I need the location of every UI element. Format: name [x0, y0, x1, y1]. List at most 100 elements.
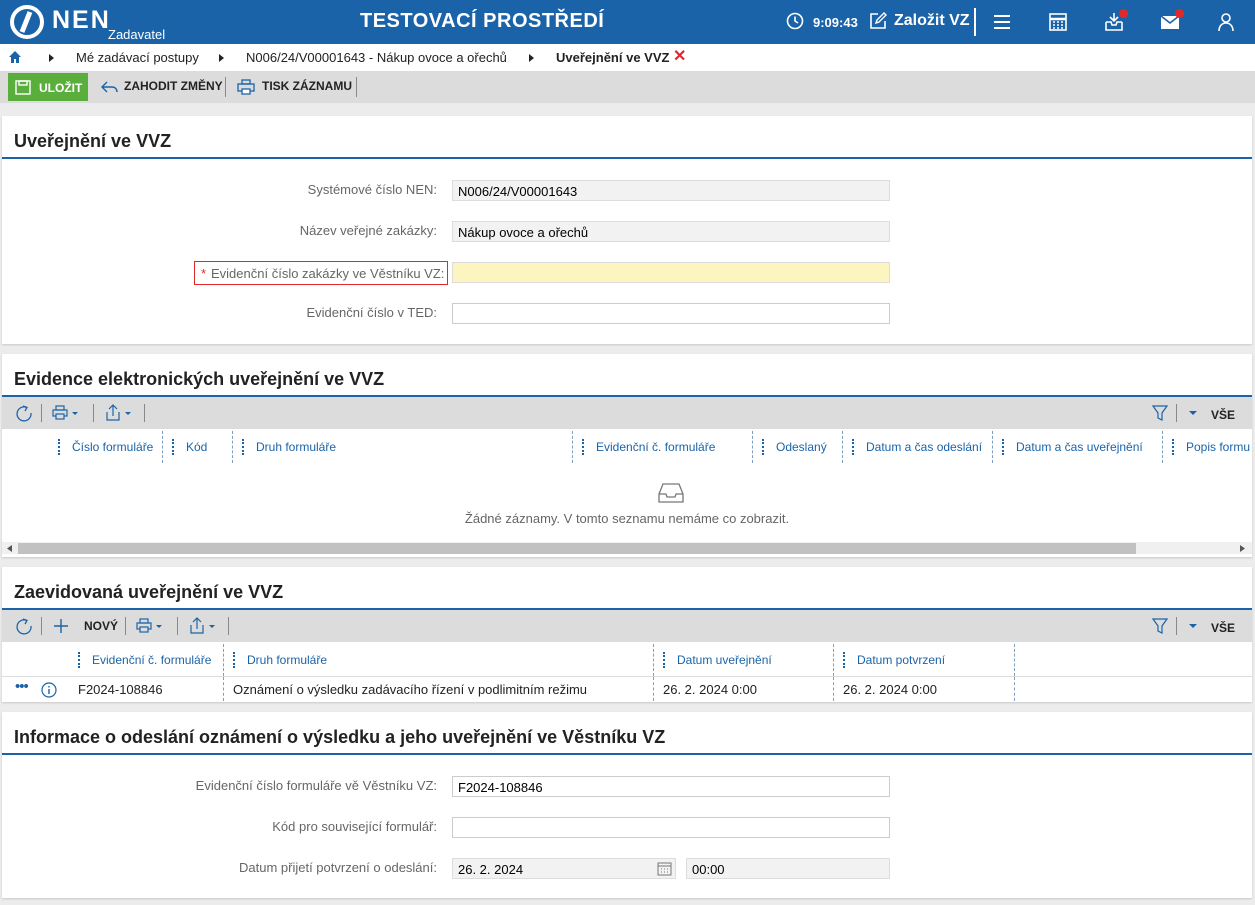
- print-record-button[interactable]: TISK ZÁZNAMU: [262, 79, 352, 93]
- create-contract-button[interactable]: Založit VZ: [894, 12, 970, 30]
- column-header[interactable]: Popis formu: [1186, 440, 1250, 454]
- print-menu-icon[interactable]: [136, 617, 164, 635]
- section-sending-info: Informace o odeslání oznámení o výsledku…: [2, 712, 1252, 898]
- table-row[interactable]: ••• F2024-108846 Oznámení o výsledku zad…: [2, 677, 1252, 701]
- column-header[interactable]: Datum uveřejnění: [677, 653, 772, 667]
- column-header[interactable]: Datum a čas odeslání: [866, 440, 982, 454]
- related-form-code-input[interactable]: [452, 817, 890, 838]
- section-underline: [2, 753, 1252, 755]
- environment-title: TESTOVACÍ PROSTŘEDÍ: [360, 10, 605, 32]
- divider: [356, 77, 357, 97]
- section-electronic-publications: Evidence elektronických uveřejnění ve VV…: [2, 354, 1252, 557]
- close-icon[interactable]: ✕: [673, 46, 686, 66]
- field-label: Název veřejné zakázky:: [299, 223, 437, 238]
- user-icon[interactable]: [1215, 11, 1237, 33]
- divider: [225, 77, 226, 97]
- section-underline: [2, 157, 1252, 159]
- ted-number-input[interactable]: [452, 303, 890, 324]
- section-title: Uveřejnění ve VVZ: [14, 131, 172, 151]
- chevron-right-icon: [219, 54, 224, 62]
- chevron-right-icon: [529, 54, 534, 62]
- nen-logo[interactable]: [10, 5, 44, 39]
- column-header[interactable]: Evidenční č. formuláře: [596, 440, 715, 454]
- save-label: ULOŽIT: [39, 81, 83, 95]
- plus-icon[interactable]: [52, 617, 70, 635]
- section-title: Evidence elektronických uveřejnění ve VV…: [14, 369, 385, 389]
- clock-icon: [786, 12, 804, 30]
- scrollbar-thumb[interactable]: [18, 543, 1136, 554]
- calculator-icon[interactable]: [1047, 11, 1069, 33]
- discard-changes-button[interactable]: ZAHODIT ZMĚNY: [124, 79, 223, 93]
- section-registered-publications: Zaevidovaná uveřejnění ve VVZ NOVÝ VŠE E…: [2, 567, 1252, 702]
- session-timer: 9:09:43: [813, 15, 858, 30]
- save-icon: [15, 80, 31, 95]
- print-icon: [237, 79, 255, 95]
- confirmation-time-input[interactable]: 00:00: [686, 858, 890, 879]
- scroll-left-icon[interactable]: [7, 545, 12, 552]
- form-number-input[interactable]: F2024-108846: [452, 776, 890, 797]
- required-field-label: * Evidenční číslo zakázky ve Věstníku VZ…: [194, 261, 448, 285]
- confirmation-date-input[interactable]: 26. 2. 2024: [452, 858, 676, 879]
- field-label: Evidenční číslo v TED:: [306, 305, 437, 320]
- logo-subtitle: Zadavatel: [108, 27, 166, 42]
- cell-ev-number: F2024-108846: [78, 682, 163, 697]
- field-label: Systémové číslo NEN:: [307, 182, 437, 197]
- column-header[interactable]: Druh formuláře: [247, 653, 327, 667]
- new-button[interactable]: NOVÝ: [84, 619, 118, 633]
- refresh-icon[interactable]: [15, 404, 33, 422]
- section-title: Informace o odeslání oznámení o výsledku…: [14, 727, 666, 747]
- empty-inbox-icon: [658, 483, 684, 503]
- bulletin-number-input[interactable]: [452, 262, 890, 283]
- logo-text: NEN: [52, 6, 111, 34]
- export-menu-icon[interactable]: [104, 404, 134, 422]
- filter-icon[interactable]: [1152, 404, 1168, 422]
- divider: [974, 8, 976, 36]
- empty-state-message: Žádné záznamy. V tomto seznamu nemáme co…: [464, 511, 790, 526]
- chevron-down-icon[interactable]: [1188, 410, 1198, 416]
- breadcrumb-item[interactable]: Mé zadávací postupy: [76, 50, 199, 65]
- column-header[interactable]: Evidenční č. formuláře: [92, 653, 211, 667]
- section-publication: Uveřejnění ve VVZ Systémové číslo NEN: N…: [2, 116, 1252, 344]
- row-menu-icon[interactable]: •••: [15, 678, 29, 695]
- notification-dot: [1119, 9, 1128, 18]
- info-icon[interactable]: [41, 682, 57, 698]
- column-header[interactable]: Druh formuláře: [256, 440, 336, 454]
- column-header[interactable]: Kód: [186, 440, 207, 454]
- home-icon[interactable]: [8, 50, 22, 64]
- chevron-right-icon: [49, 54, 54, 62]
- breadcrumb-item[interactable]: N006/24/V00001643 - Nákup ovoce a ořechů: [246, 50, 507, 65]
- grid-toolbar: NOVÝ VŠE: [2, 610, 1252, 642]
- undo-icon: [101, 81, 118, 93]
- print-menu-icon[interactable]: [52, 404, 80, 422]
- column-header[interactable]: Datum a čas uveřejnění: [1016, 440, 1143, 454]
- cell-confirmed-date: 26. 2. 2024 0:00: [843, 682, 937, 697]
- menu-icon[interactable]: [991, 11, 1013, 33]
- field-label: Evidenční číslo formuláře vě Věstníku VZ…: [195, 778, 437, 793]
- scroll-right-icon[interactable]: [1240, 545, 1245, 552]
- grid-toolbar: VŠE: [2, 397, 1252, 429]
- cell-published-date: 26. 2. 2024 0:00: [663, 682, 757, 697]
- save-button[interactable]: ULOŽIT: [8, 73, 88, 101]
- notification-dot: [1175, 9, 1184, 18]
- chevron-down-icon[interactable]: [1188, 623, 1198, 629]
- column-header[interactable]: Datum potvrzení: [857, 653, 945, 667]
- system-number-field: N006/24/V00001643: [452, 180, 890, 201]
- breadcrumb-current: Uveřejnění ve VVZ: [556, 50, 670, 65]
- breadcrumb: Mé zadávací postupy N006/24/V00001643 - …: [0, 44, 1255, 71]
- refresh-icon[interactable]: [15, 617, 33, 635]
- horizontal-scrollbar[interactable]: [2, 542, 1252, 554]
- filter-icon[interactable]: [1152, 617, 1168, 635]
- calendar-icon[interactable]: [657, 861, 672, 876]
- action-toolbar: ULOŽIT ZAHODIT ZMĚNY TISK ZÁZNAMU: [0, 71, 1255, 103]
- column-header[interactable]: Odeslaný: [776, 440, 827, 454]
- section-title: Zaevidovaná uveřejnění ve VVZ: [14, 582, 284, 602]
- edit-icon[interactable]: [869, 12, 887, 30]
- top-bar: NEN Zadavatel TESTOVACÍ PROSTŘEDÍ 9:09:4…: [0, 0, 1255, 44]
- filter-all-label[interactable]: VŠE: [1211, 408, 1235, 422]
- field-label: Kód pro související formulář:: [272, 819, 437, 834]
- contract-name-field: Nákup ovoce a ořechů: [452, 221, 890, 242]
- cell-form-type: Oznámení o výsledku zadávacího řízení v …: [233, 682, 588, 697]
- filter-all-label[interactable]: VŠE: [1211, 621, 1235, 635]
- column-header[interactable]: Číslo formuláře: [72, 440, 153, 454]
- export-menu-icon[interactable]: [188, 617, 218, 635]
